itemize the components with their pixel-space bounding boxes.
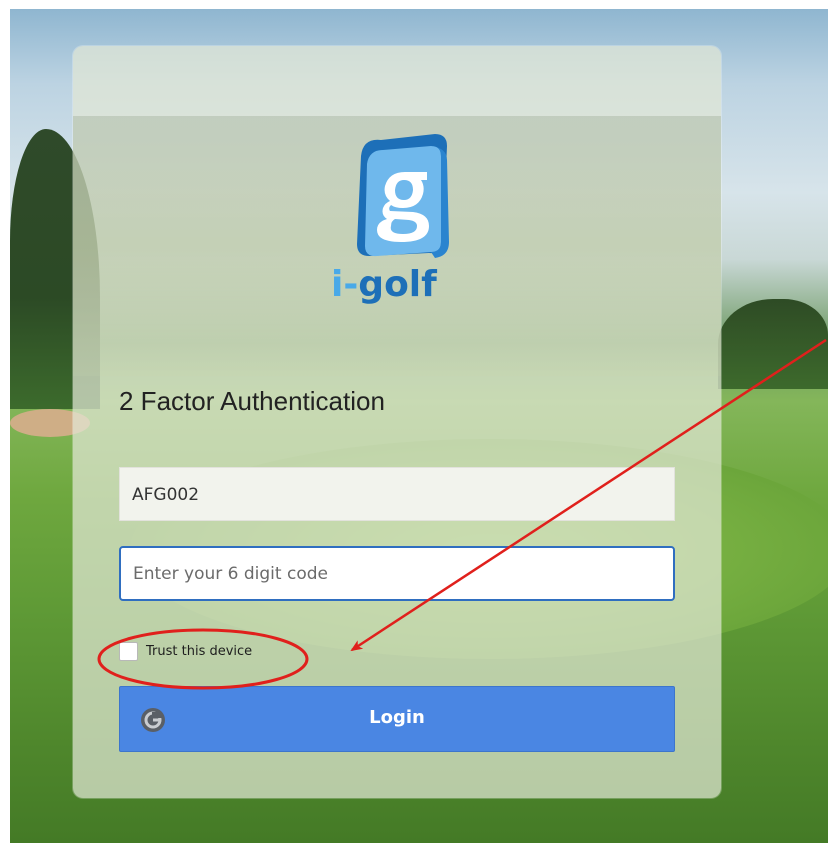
login-panel: i-golf 2 Factor Authentication AFG002 Tr… [73,46,721,798]
login-button-label: Login [369,707,425,728]
username-field[interactable]: AFG002 [119,467,675,521]
brand-dash: - [343,264,359,305]
trust-device-option[interactable]: Trust this device [119,642,252,661]
trust-device-checkbox[interactable] [119,642,138,661]
trust-device-label: Trust this device [146,644,253,659]
page-title: 2 Factor Authentication [119,386,385,416]
login-button[interactable]: Login [119,686,675,752]
brand-prefix: i [331,264,344,305]
brand-suffix: golf [358,264,437,305]
code-input[interactable] [119,546,675,601]
trees-right [718,299,828,389]
brand-wordmark: i-golf [331,264,437,305]
